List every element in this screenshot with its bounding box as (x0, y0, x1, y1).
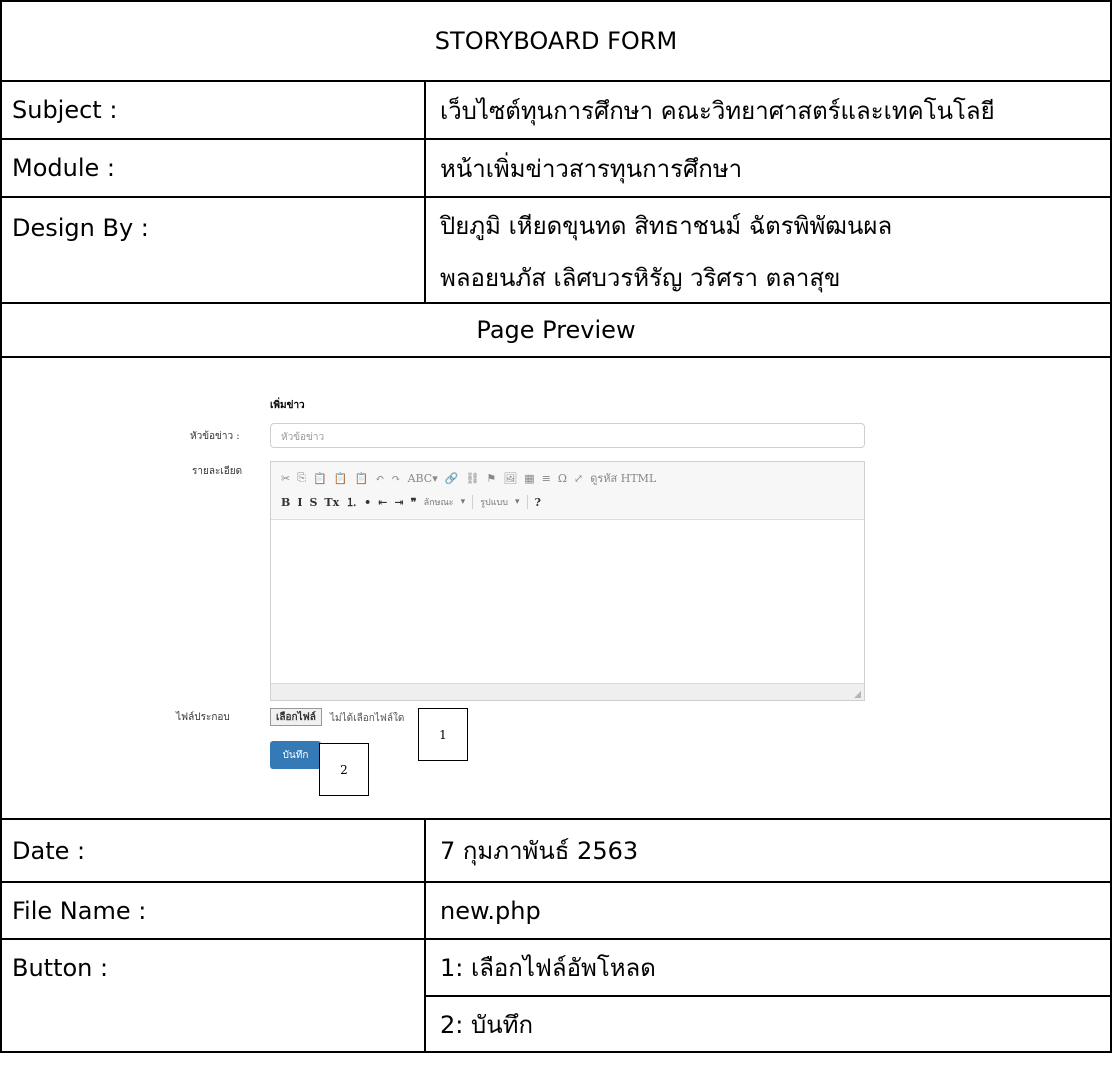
button-2-desc: 2: บันทึก (424, 995, 1112, 1053)
storyboard-sheet: STORYBOARD FORM Subject : เว็บไซต์ทุนการ… (0, 0, 1113, 1068)
toolbar-row-2: B I S Tx ⒈ • ⇤ ⇥ ❞ ลักษณะ ▾ รูปแบบ ▾ ? (281, 490, 854, 514)
editor-tool-icon[interactable]: 📋 (334, 472, 348, 485)
format-select[interactable]: รูปแบบ (480, 495, 508, 509)
callout-1: 1 (418, 708, 468, 761)
design-label: Design By : (0, 196, 426, 304)
detail-label: รายละเอียด (192, 466, 243, 477)
editor-tool-icon[interactable]: ⤢ (574, 472, 583, 485)
format-icon[interactable]: Tx (324, 496, 339, 509)
preview-header-row: Page Preview (0, 302, 1112, 358)
editor-tool-icon[interactable]: ↶ (375, 472, 384, 485)
help-button[interactable]: ? (535, 496, 541, 509)
style-select[interactable]: ลักษณะ (424, 495, 454, 509)
subject-label: Subject : (0, 80, 426, 140)
date-value: 7 กุมภาพันธ์ 2563 (424, 818, 1112, 883)
date-row: Date : 7 กุมภาพันธ์ 2563 (0, 818, 1112, 883)
format-icon[interactable]: ⇤ (378, 496, 387, 509)
toolbar-row-1: ✂ ⎘ 📋 📋 📋 ↶ ↷ ABC▾ 🔗 ⛓ ⚑ 🖼 ▦ ≡ Ω ⤢ ดูรหัส HTML (281, 466, 854, 490)
editor-tool-icon[interactable]: ▦ (524, 472, 534, 485)
filename-row: File Name : new.php (0, 881, 1112, 940)
editor-toolbar: ✂ ⎘ 📋 📋 📋 ↶ ↷ ABC▾ 🔗 ⛓ ⚑ 🖼 ▦ ≡ Ω ⤢ ดูรหัส HTML B I S Tx ⒈ • ⇤ ⇥… (271, 462, 864, 520)
save-button[interactable]: บันทึก (270, 741, 321, 769)
editor-tool-icon[interactable]: ดูรหัส HTML (590, 469, 656, 487)
editor-tool-icon[interactable]: ↷ (391, 472, 400, 485)
format-select-arrow[interactable]: ▾ (515, 497, 520, 507)
editor-tool-icon[interactable]: Ω (558, 472, 567, 485)
filename-label: File Name : (0, 881, 426, 940)
title-row: STORYBOARD FORM (0, 0, 1112, 82)
resize-grip-icon[interactable] (854, 691, 861, 698)
preview-row: เพิ่มข่าว หัวข้อข่าว : หัวข้อข่าว รายละเ… (0, 356, 1112, 820)
subject-row: Subject : เว็บไซต์ทุนการศึกษา คณะวิทยาศา… (0, 80, 1112, 140)
toolbar-separator (472, 495, 474, 509)
editor-tool-icon[interactable]: ABC▾ (408, 472, 438, 485)
choose-file-button[interactable]: เลือกไฟล์ (270, 708, 322, 726)
module-row: Module : หน้าเพิ่มข่าวสารทุนการศึกษา (0, 138, 1112, 198)
storyboard-table: STORYBOARD FORM Subject : เว็บไซต์ทุนการ… (0, 0, 1112, 1053)
design-line-1: ปิยภูมิ เหียดขุนทด สิทธาชนม์ ฉัตรพิพัฒนผ… (424, 196, 1112, 253)
editor-tool-icon[interactable]: 📋 (354, 472, 368, 485)
editor-tool-icon[interactable]: 🔗 (445, 472, 459, 485)
module-label: Module : (0, 138, 426, 198)
format-icon[interactable]: ⒈ (346, 494, 357, 510)
editor-tool-icon[interactable]: ≡ (542, 472, 551, 485)
editor-tool-icon[interactable]: 🖼 (503, 472, 517, 485)
editor-tool-icon[interactable]: 📋 (313, 472, 327, 485)
editor-footer (271, 683, 864, 700)
form-title: STORYBOARD FORM (0, 0, 1112, 82)
filename-value: new.php (424, 881, 1112, 940)
preview-cell: เพิ่มข่าว หัวข้อข่าว : หัวข้อข่าว รายละเ… (0, 356, 1112, 820)
subject-value: เว็บไซต์ทุนการศึกษา คณะวิทยาศาสตร์และเทค… (424, 80, 1112, 140)
format-icon[interactable]: I (297, 496, 302, 509)
editor-tool-icon[interactable]: ⚑ (486, 472, 496, 485)
rich-text-editor[interactable]: ✂ ⎘ 📋 📋 📋 ↶ ↷ ABC▾ 🔗 ⛓ ⚑ 🖼 ▦ ≡ Ω ⤢ ดูรหัส HTML B I S Tx ⒈ • ⇤ ⇥… (270, 461, 865, 701)
page-preview: เพิ่มข่าว หัวข้อข่าว : หัวข้อข่าว รายละเ… (2, 358, 1110, 818)
module-value: หน้าเพิ่มข่าวสารทุนการศึกษา (424, 138, 1112, 198)
toolbar-separator (526, 495, 528, 509)
design-row-1: Design By : ปิยภูมิ เหียดขุนทด สิทธาชนม์… (0, 196, 1112, 304)
attach-label: ไฟล์ประกอบ (176, 712, 230, 723)
format-icon[interactable]: ⇥ (394, 496, 403, 509)
no-file-text: ไม่ได้เลือกไฟล์ใด (330, 713, 405, 724)
format-icon[interactable]: B (281, 496, 290, 509)
design-line-2: พลอยนภัส เลิศบวรหิรัญ วริศรา ตลาสุข (424, 253, 1112, 304)
format-icon[interactable]: • (364, 496, 371, 509)
callout-2: 2 (319, 743, 369, 796)
title-input[interactable]: หัวข้อข่าว (270, 423, 865, 448)
format-icon[interactable]: ❞ (411, 496, 417, 509)
editor-tool-icon[interactable]: ✂ (281, 472, 290, 485)
button-row-1: Button : 1: เลือกไฟล์อัพโหลด (0, 938, 1112, 1053)
preview-label: Page Preview (0, 302, 1112, 358)
title-field-label: หัวข้อข่าว : (190, 431, 240, 442)
editor-tool-icon[interactable]: ⎘ (297, 471, 306, 485)
editor-tool-icon[interactable]: ⛓ (465, 472, 479, 485)
format-icon[interactable]: S (309, 496, 317, 509)
date-label: Date : (0, 818, 426, 883)
preview-heading: เพิ่มข่าว (270, 400, 305, 411)
style-select-arrow[interactable]: ▾ (461, 497, 466, 507)
editor-content-area[interactable] (271, 520, 864, 684)
button-label: Button : (0, 938, 426, 1053)
button-1-desc: 1: เลือกไฟล์อัพโหลด (424, 938, 1112, 997)
